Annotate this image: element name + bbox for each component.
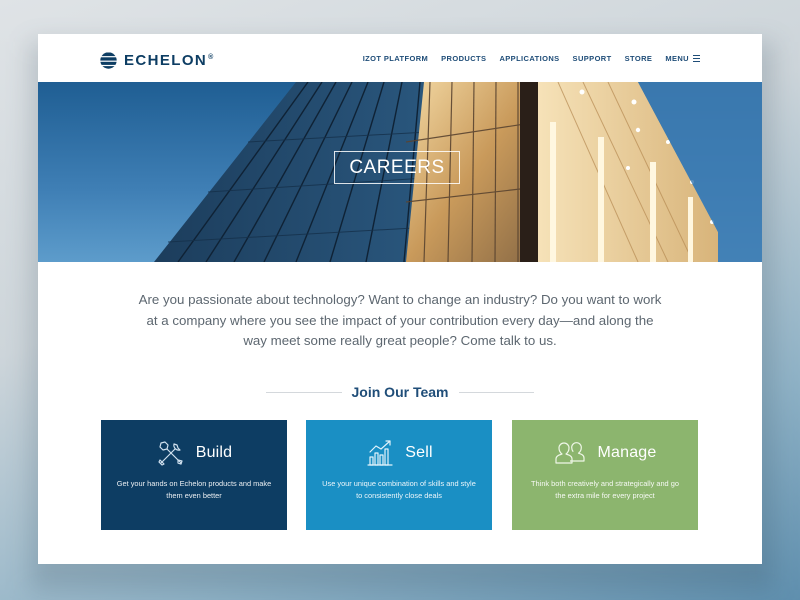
nav-store[interactable]: STORE bbox=[625, 54, 653, 63]
card-header: Sell bbox=[306, 436, 492, 470]
people-icon bbox=[555, 442, 586, 464]
join-team-heading: Join Our Team bbox=[266, 383, 535, 401]
hero-title: CAREERS bbox=[334, 151, 460, 184]
card-header: Build bbox=[101, 436, 287, 470]
menu-label: MENU bbox=[665, 54, 689, 63]
nav-support[interactable]: SUPPORT bbox=[573, 54, 612, 63]
card-description: Think both creatively and strategically … bbox=[531, 479, 679, 500]
card-title: Build bbox=[195, 444, 233, 461]
hero-banner: CAREERS bbox=[38, 82, 762, 262]
wrench-screwdriver-icon bbox=[158, 441, 183, 466]
card-description: Use your unique combination of skills an… bbox=[322, 479, 476, 500]
nav-izot-platform[interactable]: IZOT PLATFORM bbox=[363, 54, 428, 63]
site-header: ECHELON® IZOT PLATFORM PRODUCTS APPLICAT… bbox=[38, 34, 762, 84]
divider-left bbox=[266, 391, 342, 393]
hamburger-icon bbox=[693, 55, 700, 62]
intro-paragraph: Are you passionate about technology? Wan… bbox=[138, 292, 662, 348]
card-title: Manage bbox=[597, 444, 657, 461]
growth-chart-icon bbox=[367, 440, 393, 466]
card-build[interactable]: Build Get your hands on Echelon products… bbox=[101, 420, 287, 530]
main-nav: IZOT PLATFORM PRODUCTS APPLICATIONS SUPP… bbox=[363, 54, 700, 63]
divider-right bbox=[458, 391, 535, 393]
echelon-logo-mark-icon bbox=[100, 52, 117, 69]
nav-products[interactable]: PRODUCTS bbox=[441, 54, 486, 63]
section-title: Join Our Team bbox=[351, 384, 449, 400]
card-title: Sell bbox=[405, 444, 433, 461]
nav-applications[interactable]: APPLICATIONS bbox=[499, 54, 559, 63]
card-manage[interactable]: Manage Think both creatively and strateg… bbox=[512, 420, 698, 530]
logo-text: ECHELON® bbox=[124, 51, 215, 69]
menu-button[interactable]: MENU bbox=[665, 54, 700, 63]
card-sell[interactable]: Sell Use your unique combination of skil… bbox=[306, 420, 492, 530]
webpage: ECHELON® IZOT PLATFORM PRODUCTS APPLICAT… bbox=[38, 34, 762, 564]
card-description: Get your hands on Echelon products and m… bbox=[116, 479, 272, 500]
card-header: Manage bbox=[512, 436, 698, 470]
echelon-logo[interactable]: ECHELON® bbox=[100, 50, 215, 70]
